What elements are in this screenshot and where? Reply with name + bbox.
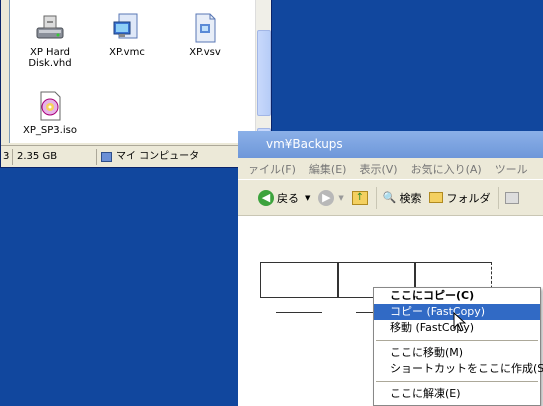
menu-item-extract-here[interactable]: ここに解凍(E) (374, 386, 540, 402)
toolbar-separator (498, 186, 500, 209)
file-xp-vmc[interactable]: XP.vmc (92, 12, 162, 58)
explorer-window-top: XP Hard Disk.vhd XP.vmc XP.vsv XP_SP3.is… (0, 0, 272, 168)
move-to-button[interactable] (505, 191, 520, 204)
back-button[interactable]: ◀ 戻る ▼ (258, 189, 310, 206)
menu-favorites[interactable]: お気に入り(A) (411, 161, 482, 177)
scrollbar-thumb[interactable] (257, 30, 271, 116)
my-computer-icon (101, 151, 112, 162)
folders-button[interactable]: フォルダ (429, 190, 490, 206)
file-xp-sp3-iso[interactable]: XP_SP3.iso (15, 90, 85, 136)
file-name: XP_SP3.iso (23, 125, 77, 136)
menu-item-create-shortcut[interactable]: ショートカットをここに作成(S) (374, 361, 543, 377)
toolbar-separator (375, 186, 377, 209)
mouse-cursor-icon (453, 312, 467, 332)
vertical-scrollbar[interactable]: ▼ (255, 0, 271, 143)
up-folder-button[interactable]: ↑ (351, 190, 368, 205)
forward-arrow-icon: ▶ (318, 189, 335, 206)
menu-file[interactable]: ァイル(F) (248, 161, 296, 177)
move-to-icon (505, 191, 520, 204)
folder-icon (429, 192, 444, 203)
menu-tools[interactable]: ツール (495, 161, 528, 177)
file-item[interactable] (260, 262, 338, 298)
chevron-down-icon[interactable]: ▼ (338, 194, 343, 202)
file-name: XP.vsv (189, 47, 221, 58)
menu-item-copy-here[interactable]: ここにコピー(C) (374, 288, 540, 304)
menu-view[interactable]: 表示(V) (359, 161, 397, 177)
saved-state-icon (189, 12, 221, 44)
hard-disk-icon (34, 12, 66, 44)
forward-button[interactable]: ▶ ▼ (318, 189, 344, 206)
file-label-placeholder (276, 312, 322, 313)
virtual-pc-config-icon (111, 12, 143, 44)
chevron-down-icon[interactable]: ▼ (305, 194, 310, 202)
window-title[interactable]: vm¥Backups (238, 131, 543, 158)
menu-separator (376, 340, 538, 341)
toolbar: ◀ 戻る ▼ ▶ ▼ ↑ 🔍 検索 フォルダ (238, 180, 543, 216)
menu-bar: ァイル(F) 編集(E) 表示(V) お気に入り(A) ツール (238, 158, 543, 180)
context-menu: ここにコピー(C) コピー (FastCopy) 移動 (FastCopy) こ… (373, 287, 543, 406)
file-name-line2: Disk.vhd (28, 58, 72, 69)
status-location: マイ コンピュータ (97, 149, 203, 165)
back-label: 戻る (277, 191, 299, 205)
menu-item-move-here[interactable]: ここに移動(M) (374, 345, 540, 361)
iso-disc-icon (34, 90, 66, 122)
file-xp-hard-disk-vhd[interactable]: XP Hard Disk.vhd (15, 12, 85, 69)
search-icon: 🔍 (382, 191, 397, 204)
file-name: XP.vmc (109, 47, 145, 58)
folders-label: フォルダ (446, 191, 491, 205)
file-label-placeholder (356, 312, 374, 313)
menu-separator (376, 381, 538, 382)
status-bar: 3 2.35 GB マイ コンピュータ (1, 145, 271, 167)
status-count: 3 (1, 148, 13, 165)
status-size: 2.35 GB (13, 148, 97, 165)
file-xp-vsv[interactable]: XP.vsv (170, 12, 240, 58)
file-name-line1: XP Hard (30, 47, 70, 58)
up-folder-icon: ↑ (351, 190, 368, 205)
status-location-label: マイ コンピュータ (116, 150, 200, 162)
search-button[interactable]: 🔍 検索 (383, 190, 422, 206)
file-list-pane: XP Hard Disk.vhd XP.vmc XP.vsv XP_SP3.is… (9, 0, 255, 143)
menu-edit[interactable]: 編集(E) (309, 161, 347, 177)
back-arrow-icon: ◀ (258, 189, 274, 206)
search-label: 検索 (399, 191, 422, 205)
